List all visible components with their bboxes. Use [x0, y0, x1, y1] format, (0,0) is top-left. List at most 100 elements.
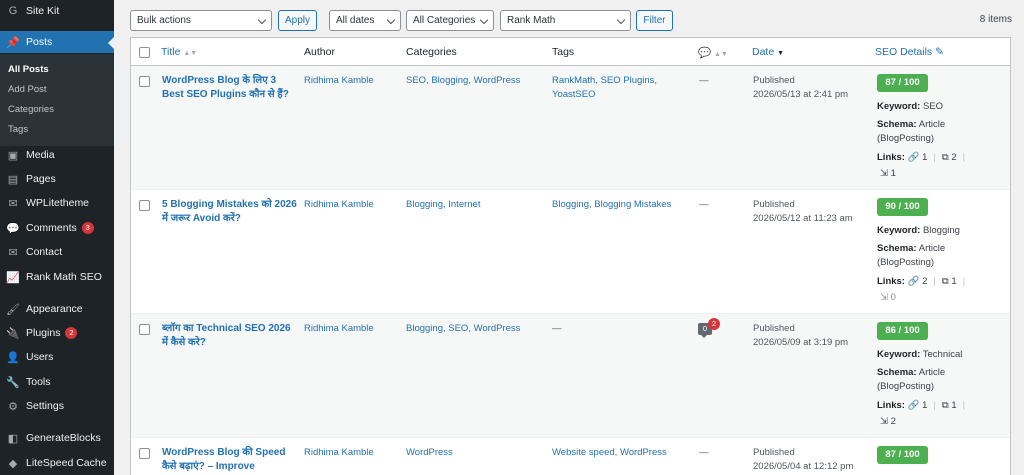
apply-button[interactable]: Apply: [278, 10, 317, 31]
submenu-tags[interactable]: Tags: [8, 124, 28, 135]
post-tags-links[interactable]: Website speed, WordPress: [552, 446, 687, 460]
post-categories-links[interactable]: Blogging, Internet: [406, 198, 480, 212]
schema-label: Schema:: [877, 119, 917, 130]
posts-submenu: All Posts Add Post Categories Tags: [0, 54, 114, 146]
incoming-links-count: 1: [890, 168, 896, 179]
seo-keyword: Keyword: Technical: [877, 348, 962, 362]
external-link-icon: ⧉: [941, 276, 949, 287]
sidebar-item-comments[interactable]: 💬 Comments 3: [0, 217, 114, 239]
column-title-header[interactable]: Title ▲▼: [161, 46, 197, 58]
user-icon: 👤: [6, 351, 20, 364]
post-author-link[interactable]: Ridhima Kamble: [304, 322, 374, 336]
column-seo-header[interactable]: SEO Details ✎: [875, 46, 944, 58]
sort-arrows-icon: ▲▼: [714, 51, 728, 58]
post-date: 2026/05/09 at 3:19 pm: [753, 337, 849, 348]
post-status: Published: [753, 447, 795, 458]
row-checkbox[interactable]: [139, 448, 150, 459]
post-author-link[interactable]: Ridhima Kamble: [304, 74, 374, 88]
row-checkbox[interactable]: [139, 200, 150, 211]
pages-icon: ▤: [7, 173, 19, 186]
plug-icon: 🔌: [6, 327, 20, 340]
submenu-categories[interactable]: Categories: [8, 104, 54, 115]
incoming-link-icon: ⇲: [880, 416, 888, 427]
post-date: 2026/05/13 at 2:41 pm: [753, 89, 849, 100]
envelope-icon: ✉: [8, 246, 18, 259]
incoming-link-icon: ⇲: [880, 168, 888, 179]
post-title-link[interactable]: WordPress Blog के लिए 3 Best SEO Plugins…: [162, 74, 297, 102]
dates-value: All dates: [336, 15, 375, 26]
sidebar-item-pages[interactable]: ▤ Pages: [0, 168, 114, 190]
post-title-link[interactable]: ब्लॉग का Technical SEO 2026 में कैसे करे…: [162, 322, 297, 350]
keyword-label: Keyword:: [877, 101, 921, 112]
sidebar-item-label: Comments: [26, 222, 77, 234]
rankmath-value: Rank Math: [507, 15, 556, 26]
seo-links: Links: 🔗 1 | ⧉ 2 |: [877, 152, 966, 163]
sidebar-item-appearance[interactable]: 🖌 Appearance: [0, 298, 114, 320]
post-author-link[interactable]: Ridhima Kamble: [304, 198, 374, 212]
keyword-value: Technical: [922, 349, 963, 360]
dates-select[interactable]: All dates: [329, 10, 401, 31]
seo-incoming-links: ⇲ 0: [880, 291, 896, 305]
seo-incoming-links: ⇲ 1: [880, 167, 896, 181]
seo-schema: Schema: Article (BlogPosting): [877, 366, 967, 393]
links-label: Links:: [877, 400, 905, 411]
sidebar-item-posts[interactable]: 📌 Posts: [0, 31, 114, 53]
seo-score-badge: 87 / 100: [877, 446, 928, 464]
bulk-actions-select[interactable]: Bulk actions: [130, 10, 272, 31]
categories-select[interactable]: All Categories: [406, 10, 494, 31]
sidebar-item-label: Users: [26, 351, 54, 363]
column-comments-header[interactable]: 💬 ▲▼: [698, 46, 728, 59]
sidebar-item-label: Posts: [26, 36, 53, 48]
filter-button[interactable]: Filter: [636, 10, 673, 31]
admin-sidebar: G Site Kit 📌 Posts All Posts Add Post Cate…: [0, 0, 114, 475]
sidebar-item-label: Site Kit: [26, 5, 60, 17]
post-categories-links[interactable]: Blogging, SEO, WordPress: [406, 322, 520, 336]
sidebar-item-label: WPLitetheme: [26, 197, 90, 209]
sidebar-item-users[interactable]: 👤 Users: [0, 346, 114, 368]
post-status: Published: [753, 323, 795, 334]
sidebar-item-wplitetheme[interactable]: ✉ WPLitetheme: [0, 192, 114, 214]
rankmath-select[interactable]: Rank Math: [500, 10, 631, 31]
row-checkbox[interactable]: [139, 76, 150, 87]
sidebar-item-settings[interactable]: ⚙ Settings: [0, 395, 114, 417]
keyword-value: Blogging: [922, 225, 960, 236]
schema-label: Schema:: [877, 243, 917, 254]
comments-count-badge: 3: [81, 222, 94, 234]
post-comments-count: —: [699, 447, 709, 458]
sidebar-item-litespeed[interactable]: ◆ LiteSpeed Cache: [0, 452, 114, 474]
submenu-add-post[interactable]: Add Post: [8, 84, 47, 95]
sidebar-item-label: Appearance: [26, 303, 83, 315]
sidebar-item-label: Rank Math SEO: [26, 271, 102, 283]
sidebar-item-generateblocks[interactable]: ◧ GenerateBlocks: [0, 427, 114, 449]
sidebar-item-site-kit[interactable]: G Site Kit: [0, 0, 114, 22]
post-title-link[interactable]: 5 Blogging Mistakes को 2026 में जरूर Avo…: [162, 198, 297, 226]
sidebar-item-tools[interactable]: 🔧 Tools: [0, 371, 114, 393]
sidebar-item-media[interactable]: ▣ Media: [0, 144, 114, 166]
incoming-link-icon: ⇲: [880, 292, 888, 303]
internal-link-icon: 🔗: [907, 276, 920, 287]
post-tags-links[interactable]: Blogging, Blogging Mistakes: [552, 198, 687, 212]
sidebar-item-label: Pages: [26, 173, 56, 185]
post-tags-links[interactable]: RankMath, SEO Plugins, YoastSEO: [552, 74, 667, 101]
post-categories-links[interactable]: WordPress: [406, 446, 453, 460]
external-links-count: 1: [951, 276, 957, 287]
post-author-link[interactable]: Ridhima Kamble: [304, 446, 374, 460]
seo-links: Links: 🔗 1 | ⧉ 1 |: [877, 400, 966, 411]
post-tags-empty: —: [552, 323, 562, 334]
sidebar-item-rankmath[interactable]: 📈 Rank Math SEO: [0, 266, 114, 288]
plugins-count-badge: 2: [65, 327, 78, 339]
links-label: Links:: [877, 276, 905, 287]
row-checkbox[interactable]: [139, 324, 150, 335]
submenu-all-posts[interactable]: All Posts: [8, 64, 49, 75]
sidebar-item-label: Tools: [26, 376, 51, 388]
sidebar-item-contact[interactable]: ✉ Contact: [0, 241, 114, 263]
column-date-header[interactable]: Date ▼: [752, 46, 784, 58]
internal-links-count: 1: [922, 152, 928, 163]
post-title-link[interactable]: WordPress Blog की Speed कैसे बढ़ाएं? – I…: [162, 446, 297, 474]
sidebar-item-plugins[interactable]: 🔌 Plugins 2: [0, 322, 114, 344]
internal-links-count: 1: [922, 400, 928, 411]
select-all-checkbox[interactable]: [139, 47, 150, 58]
post-categories-links[interactable]: SEO, Blogging, WordPress: [406, 74, 520, 88]
pending-comments-badge[interactable]: 2: [708, 318, 720, 330]
paintbrush-icon: 🖌: [6, 303, 20, 316]
